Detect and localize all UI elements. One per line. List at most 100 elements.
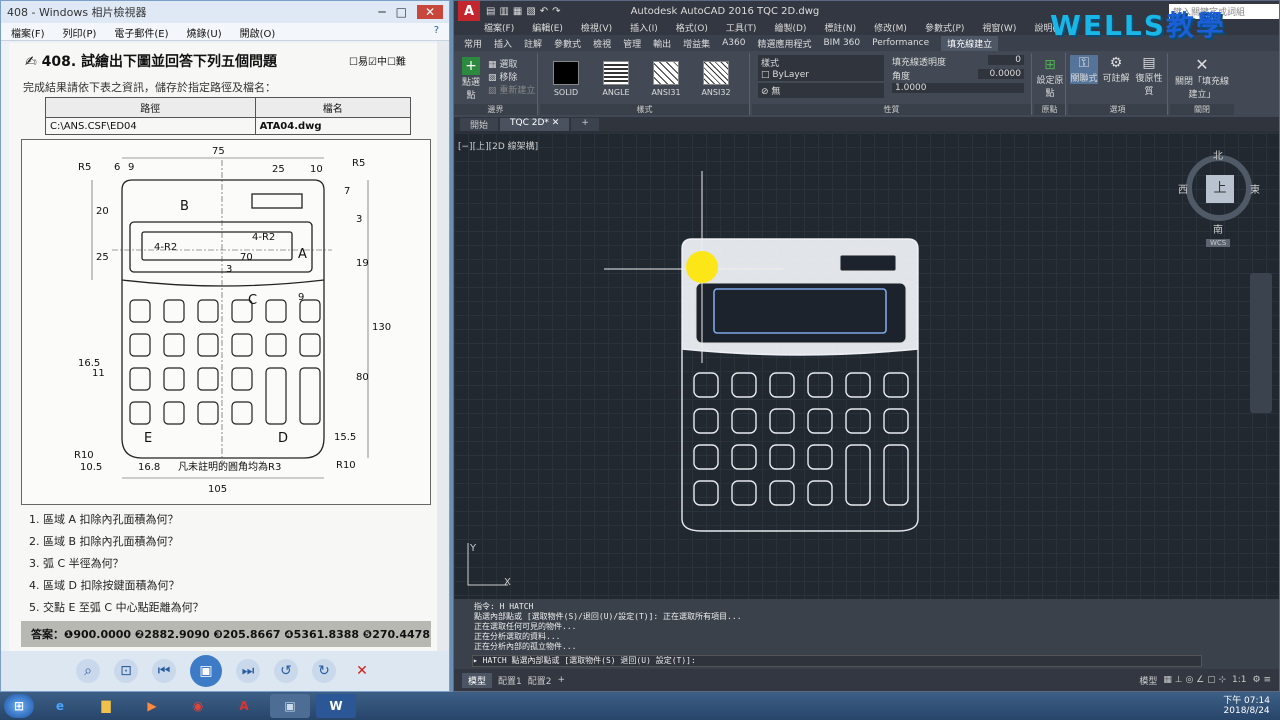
menu-item[interactable]: 格式(O) xyxy=(676,21,708,35)
scale-field[interactable]: 1.0000 xyxy=(892,83,1024,93)
tab-start[interactable]: 開始 xyxy=(460,118,499,131)
autocad-task-icon[interactable]: A xyxy=(224,694,264,718)
hatch-type-select[interactable]: 樣式 xyxy=(758,55,884,70)
tab-hatch-creation[interactable]: 填充線建立 xyxy=(941,35,999,51)
group-label: 關閉 xyxy=(1170,104,1234,115)
layout-tab-model[interactable]: 模型 xyxy=(462,672,493,688)
ie-icon[interactable]: e xyxy=(40,694,80,718)
chrome-icon[interactable]: ◉ xyxy=(178,694,218,718)
menu-item[interactable]: 編輯(E) xyxy=(532,21,563,35)
svg-text:R10: R10 xyxy=(74,450,94,461)
svg-text:Y: Y xyxy=(469,543,477,554)
tab-apps[interactable]: 精選應用程式 xyxy=(757,37,811,50)
menu-item[interactable]: 標註(N) xyxy=(824,21,856,35)
annotation-scale[interactable]: 1:1 xyxy=(1232,675,1246,685)
compass-west[interactable]: 西 xyxy=(1178,181,1188,196)
word-icon[interactable]: W xyxy=(316,694,356,718)
menu-item[interactable]: 插入(I) xyxy=(630,21,658,35)
help-icon[interactable]: ? xyxy=(434,25,439,38)
previous-icon[interactable]: ⏮ xyxy=(152,659,176,683)
autocad-logo-icon[interactable]: A xyxy=(458,1,480,21)
menu-item[interactable]: 檔案(F) xyxy=(484,21,514,35)
menu-item[interactable]: 修改(M) xyxy=(874,21,907,35)
tab-annotate[interactable]: 註解 xyxy=(524,37,542,50)
navigation-bar[interactable] xyxy=(1250,273,1272,413)
set-origin-button[interactable]: ⊞ 設定原點 xyxy=(1036,57,1064,99)
minimize-button[interactable]: ─ xyxy=(378,5,385,19)
layout-tab-1[interactable]: 配置1 xyxy=(498,674,522,687)
tab-home[interactable]: 常用 xyxy=(464,37,482,50)
new-tab-button[interactable]: + xyxy=(571,118,599,131)
menu-open[interactable]: 開啟(O) xyxy=(240,25,276,40)
menu-file[interactable]: 檔案(F) xyxy=(11,25,45,40)
remove-button[interactable]: ▧ 移除 xyxy=(488,70,517,83)
system-clock[interactable]: 下午 07:14 2018/8/24 xyxy=(1223,696,1280,716)
tab-a360[interactable]: A360 xyxy=(722,38,745,48)
delete-icon[interactable]: ✕ xyxy=(350,659,374,683)
tab-drawing[interactable]: TQC 2D* ✕ xyxy=(500,118,570,131)
pattern-solid[interactable]: SOLID xyxy=(546,61,586,97)
tab-insert[interactable]: 插入 xyxy=(494,37,512,50)
tab-output[interactable]: 輸出 xyxy=(653,37,671,50)
tab-performance[interactable]: Performance xyxy=(872,38,929,48)
snap-toggles[interactable]: ▦ ⊥ ◎ ∠ ▢ ⊹ xyxy=(1163,675,1226,685)
quick-access-toolbar[interactable]: ▤▥▦▧↶↷ xyxy=(486,6,565,17)
settings-icon[interactable]: ⚙ ≡ xyxy=(1253,675,1279,685)
menu-item[interactable]: 視窗(W) xyxy=(982,21,1016,35)
menu-print[interactable]: 列印(P) xyxy=(63,25,97,40)
menu-item[interactable]: 參數式(P) xyxy=(925,21,964,35)
associative-button[interactable]: ⚿ 關聯式 xyxy=(1070,55,1098,84)
recreate-button[interactable]: ▨ 重新建立 xyxy=(488,83,535,96)
question-1: 1. 區域 A 扣除內孔面積為何？ xyxy=(29,513,179,526)
drawing-viewport[interactable]: [−][上][2D 線架構] YX 上 北 南 西 東 WCS xyxy=(454,133,1279,599)
layout-tab-2[interactable]: 配置2 xyxy=(528,674,552,687)
pick-points-button[interactable]: + 點選點 xyxy=(458,57,484,101)
photo-viewer-task-icon[interactable]: ▣ xyxy=(270,694,310,718)
menu-burn[interactable]: 燒錄(U) xyxy=(187,25,222,40)
menu-item[interactable]: 工具(T) xyxy=(726,21,757,35)
viewcube-top[interactable]: 上 xyxy=(1206,175,1234,203)
transparency-field[interactable]: 0 xyxy=(988,55,1024,65)
tab-view[interactable]: 檢視 xyxy=(593,37,611,50)
rotate-left-icon[interactable]: ↺ xyxy=(274,659,298,683)
compass-east[interactable]: 東 xyxy=(1250,181,1260,196)
zoom-icon[interactable]: ⌕ xyxy=(76,659,100,683)
cmd-history-line: 正在分析選取的資料... xyxy=(474,632,561,641)
tab-addins[interactable]: 增益集 xyxy=(683,37,710,50)
maximize-button[interactable]: □ xyxy=(396,5,407,19)
cmd-history-line: 正在選取任何可見的物件... xyxy=(474,622,577,631)
slideshow-icon[interactable]: ▣ xyxy=(190,655,222,687)
viewcube[interactable]: 上 北 南 西 東 WCS xyxy=(1178,147,1260,249)
menu-email[interactable]: 電子郵件(E) xyxy=(114,25,168,40)
tab-bim360[interactable]: BIM 360 xyxy=(823,38,860,48)
media-player-icon[interactable]: ▶ xyxy=(132,694,172,718)
match-properties-button[interactable]: ▤ 復原性質 xyxy=(1134,55,1164,97)
model-space-toggle[interactable]: 模型 xyxy=(1139,674,1157,687)
tab-manage[interactable]: 管理 xyxy=(623,37,641,50)
background-color-select[interactable]: ⊘ 無 xyxy=(758,83,884,98)
angle-field[interactable]: 0.0000 xyxy=(978,69,1024,79)
pattern-ansi31[interactable]: ANSI31 xyxy=(646,61,686,97)
explorer-icon[interactable]: ▇ xyxy=(86,694,126,718)
close-hatch-button[interactable]: ✕ 關閉「填充線建立」 xyxy=(1172,55,1232,100)
menu-item[interactable]: 繪製(D) xyxy=(774,21,806,35)
tab-parametric[interactable]: 參數式 xyxy=(554,37,581,50)
menu-item[interactable]: 檢視(V) xyxy=(581,21,612,35)
select-button[interactable]: ▦ 選取 xyxy=(488,57,517,70)
command-input[interactable]: ▸ HATCH 點選內部點或 [選取物件(S) 退回(U) 設定(T)]: xyxy=(472,655,1202,667)
pattern-angle[interactable]: ANGLE xyxy=(596,61,636,97)
start-button[interactable]: ⊞ xyxy=(4,694,34,718)
pattern-ansi32[interactable]: ANSI32 xyxy=(696,61,736,97)
wcs-menu[interactable]: WCS xyxy=(1206,239,1231,247)
fit-icon[interactable]: ⊡ xyxy=(114,659,138,683)
question-3: 3. 弧 C 半徑為何？ xyxy=(29,557,124,570)
rotate-right-icon[interactable]: ↻ xyxy=(312,659,336,683)
compass-south[interactable]: 南 xyxy=(1213,221,1223,236)
add-layout-button[interactable]: + xyxy=(557,675,565,685)
next-icon[interactable]: ⏭ xyxy=(236,659,260,683)
annotative-button[interactable]: ⚙ 可註解 xyxy=(1102,55,1130,84)
viewer-scrollbar[interactable] xyxy=(437,41,449,653)
compass-north[interactable]: 北 xyxy=(1213,147,1223,162)
close-button[interactable]: ✕ xyxy=(416,5,443,19)
hatch-color-select[interactable]: □ ByLayer xyxy=(758,69,884,81)
